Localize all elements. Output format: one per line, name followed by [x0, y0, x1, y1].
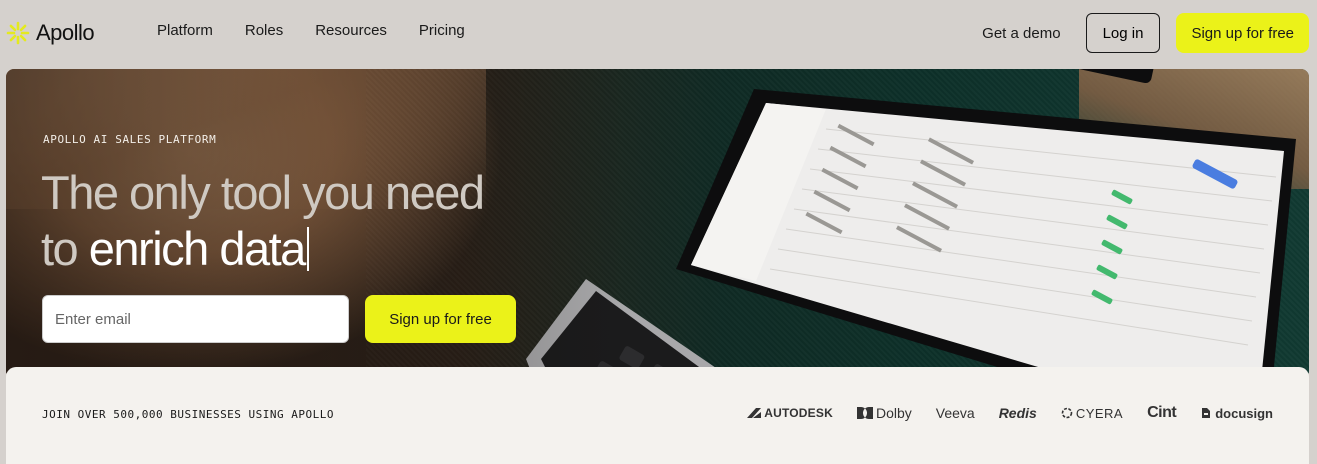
email-input[interactable] [42, 295, 349, 343]
dolby-logo-text: Dolby [875, 405, 912, 421]
get-a-demo-link[interactable]: Get a demo [982, 25, 1060, 42]
customer-logo-strip: JOIN OVER 500,000 BUSINESSES USING APOLL… [6, 367, 1309, 464]
nav-links: Platform Roles Resources Pricing [157, 22, 497, 39]
log-in-button[interactable]: Log in [1085, 13, 1161, 53]
apollo-sunburst-icon [6, 21, 30, 45]
cyera-logo-text: CYERA [1075, 405, 1124, 421]
hero-eyebrow: APOLLO AI SALES PLATFORM [43, 133, 217, 146]
cint-logo: Cint [1147, 404, 1177, 421]
dolby-logo: Dolby [856, 405, 912, 421]
headline-line-2-emphasis: enrich data [88, 222, 307, 275]
top-nav: Apollo Platform Roles Resources Pricing … [0, 0, 1317, 66]
brand-logos: AUTODESK Dolby Veeva Redis CYERA Cint do… [747, 404, 1273, 422]
autodesk-logo: AUTODESK [747, 406, 833, 420]
laptop-illustration [526, 69, 1296, 379]
nav-link-resources[interactable]: Resources [315, 22, 387, 39]
dolby-mark-icon [856, 407, 873, 419]
redis-logo: Redis [998, 405, 1037, 421]
nav-link-roles[interactable]: Roles [245, 22, 283, 39]
apollo-logo[interactable]: Apollo [6, 18, 95, 48]
cyera-mark-icon [1061, 407, 1073, 419]
docusign-mark-icon [1202, 408, 1211, 418]
hero-headline: The only tool you need to enrich data [41, 165, 561, 277]
nav-signup-button[interactable]: Sign up for free [1176, 13, 1309, 53]
headline-line-1: The only tool you need [41, 166, 485, 219]
hero-section: APOLLO AI SALES PLATFORM The only tool y… [6, 69, 1309, 379]
autodesk-mark-icon [747, 408, 762, 418]
headline-line-2-prefix: to [41, 222, 89, 275]
typing-cursor [306, 227, 309, 271]
docusign-logo-text: docusign [1215, 405, 1273, 421]
docusign-logo: docusign [1200, 406, 1273, 421]
nav-link-pricing[interactable]: Pricing [419, 22, 465, 39]
veeva-logo: Veeva [935, 405, 975, 421]
autodesk-logo-text: AUTODESK [764, 406, 833, 420]
nav-actions: Get a demo Log in Sign up for free [982, 13, 1309, 53]
cyera-logo: CYERA [1061, 406, 1123, 421]
nav-link-platform[interactable]: Platform [157, 22, 213, 39]
hero-signup-button[interactable]: Sign up for free [365, 295, 516, 343]
customer-count-text: JOIN OVER 500,000 BUSINESSES USING APOLL… [42, 408, 335, 421]
logo-text: Apollo [36, 20, 95, 45]
